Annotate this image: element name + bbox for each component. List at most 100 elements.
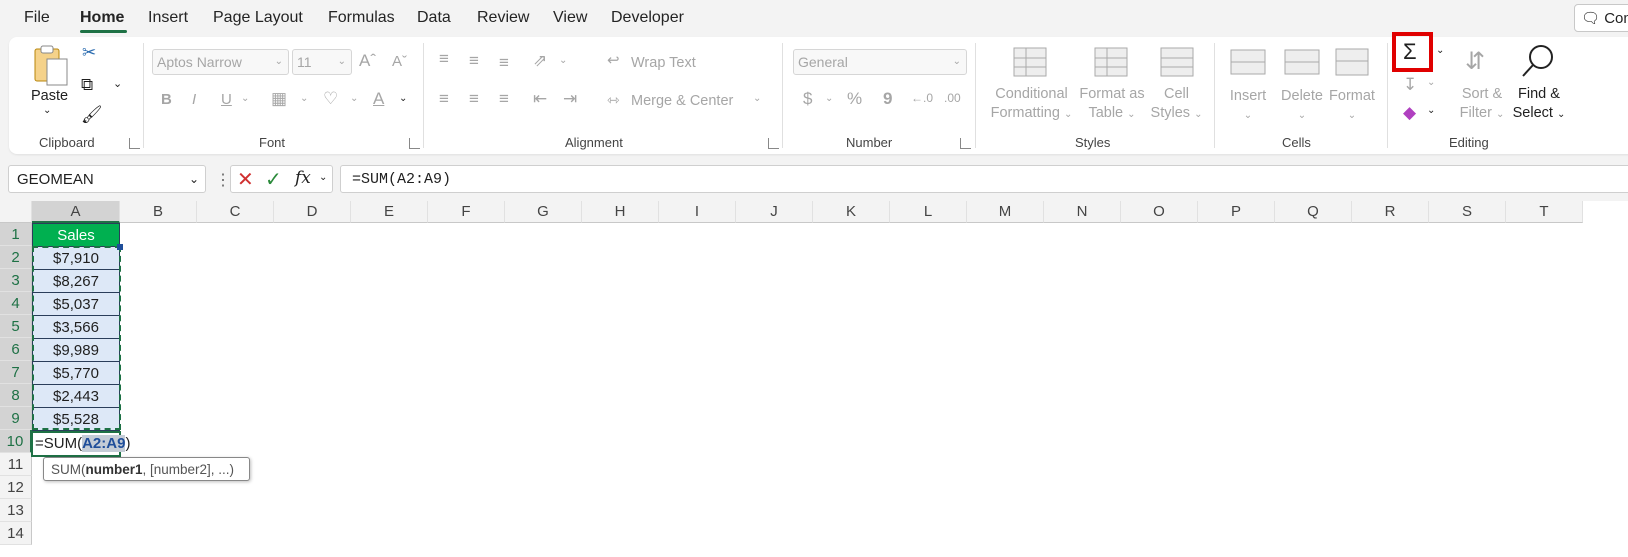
fill-color-icon[interactable]: ♡ <box>323 89 338 109</box>
cell-A2[interactable]: $7,910 <box>32 247 120 270</box>
row-header-11[interactable]: 11 <box>0 453 32 476</box>
column-header-I[interactable]: I <box>659 201 736 223</box>
row-header-8[interactable]: 8 <box>0 384 32 407</box>
font-color-chevron-icon[interactable]: ⌄ <box>399 93 407 104</box>
cell-A3[interactable]: $8,267 <box>32 270 120 293</box>
column-header-R[interactable]: R <box>1352 201 1429 223</box>
clear-eraser-icon[interactable]: ◆ <box>1403 103 1416 123</box>
tab-view[interactable]: View <box>553 9 587 27</box>
column-header-E[interactable]: E <box>351 201 428 223</box>
row-header-9[interactable]: 9 <box>0 407 32 430</box>
percent-button[interactable]: % <box>847 89 862 109</box>
cell-A4[interactable]: $5,037 <box>32 293 120 316</box>
select-all-corner[interactable] <box>0 201 32 223</box>
row-header-6[interactable]: 6 <box>0 338 32 361</box>
column-header-P[interactable]: P <box>1198 201 1275 223</box>
increase-indent-icon[interactable]: ⇥ <box>563 89 577 109</box>
font-name-dropdown[interactable]: Aptos Narrow ⌄ <box>152 49 289 75</box>
borders-icon[interactable]: ▦ <box>271 89 287 109</box>
merge-chevron-icon[interactable]: ⌄ <box>753 93 761 104</box>
number-launcher-icon[interactable] <box>960 138 971 149</box>
underline-chevron-icon[interactable]: ⌄ <box>241 93 249 104</box>
currency-button[interactable]: $ <box>803 89 812 109</box>
tab-file[interactable]: File <box>24 9 50 27</box>
column-header-S[interactable]: S <box>1429 201 1506 223</box>
decrease-indent-icon[interactable]: ⇤ <box>533 89 547 109</box>
number-format-dropdown[interactable]: General ⌄ <box>793 49 967 75</box>
column-header-B[interactable]: B <box>120 201 197 223</box>
orientation-chevron-icon[interactable]: ⌄ <box>559 55 567 66</box>
paste-chevron-icon[interactable]: ⌄ <box>43 105 51 116</box>
paste-label[interactable]: Paste <box>31 87 68 106</box>
bold-button[interactable]: B <box>161 91 172 108</box>
clipboard-launcher-icon[interactable] <box>129 138 140 149</box>
font-color-icon[interactable]: A <box>373 89 384 109</box>
alignment-launcher-icon[interactable] <box>768 138 779 149</box>
fill-down-icon[interactable]: ↧ <box>1403 75 1417 95</box>
align-bottom-icon[interactable]: ≡ <box>499 53 509 73</box>
wrap-text-button[interactable]: Wrap Text <box>631 54 696 73</box>
column-header-T[interactable]: T <box>1506 201 1583 223</box>
enter-check-icon[interactable]: ✓ <box>265 167 282 192</box>
find-select-button[interactable]: Find & Select ⌄ <box>1511 85 1567 124</box>
paste-icon[interactable] <box>31 45 71 87</box>
column-header-O[interactable]: O <box>1121 201 1198 223</box>
column-header-N[interactable]: N <box>1044 201 1121 223</box>
copy-icon[interactable]: ⧉ <box>81 75 93 95</box>
fill-chevron-icon[interactable]: ⌄ <box>350 93 358 104</box>
decrease-font-icon[interactable]: Aˇ <box>392 53 407 70</box>
cell-A7[interactable]: $5,770 <box>32 362 120 385</box>
cell-A10-editing[interactable]: =SUM(A2:A9) <box>31 431 130 457</box>
format-painter-icon[interactable]: 🖌 <box>81 105 103 125</box>
chevron-down-icon[interactable]: ⌄ <box>189 172 199 186</box>
comments-button[interactable]: 🗨 Com <box>1574 4 1628 32</box>
autosum-chevron-icon[interactable]: ⌄ <box>1436 45 1444 56</box>
copy-chevron-icon[interactable]: ⌄ <box>113 77 122 90</box>
sort-filter-button[interactable]: Sort & Filter ⌄ <box>1457 85 1507 124</box>
row-header-3[interactable]: 3 <box>0 269 32 292</box>
align-center-icon[interactable]: ≡ <box>469 89 479 109</box>
column-header-D[interactable]: D <box>274 201 351 223</box>
row-header-14[interactable]: 14 <box>0 522 32 545</box>
row-header-10[interactable]: 10 <box>0 430 32 453</box>
tab-page-layout[interactable]: Page Layout <box>213 9 303 27</box>
more-options-icon[interactable]: ⋮ <box>215 170 231 190</box>
delete-cells-button[interactable]: Delete ⌄ <box>1277 87 1327 125</box>
italic-button[interactable]: I <box>192 91 196 108</box>
currency-chevron-icon[interactable]: ⌄ <box>825 93 833 104</box>
insert-cells-button[interactable]: Insert ⌄ <box>1223 87 1273 125</box>
increase-font-icon[interactable]: Aˆ <box>359 51 376 71</box>
tab-insert[interactable]: Insert <box>148 9 188 27</box>
column-header-L[interactable]: L <box>890 201 967 223</box>
column-header-H[interactable]: H <box>582 201 659 223</box>
align-left-icon[interactable]: ≡ <box>439 89 449 109</box>
column-header-C[interactable]: C <box>197 201 274 223</box>
tab-data[interactable]: Data <box>417 9 451 27</box>
cell-A5[interactable]: $3,566 <box>32 316 120 339</box>
tab-developer[interactable]: Developer <box>611 9 684 27</box>
font-size-dropdown[interactable]: 11 ⌄ <box>292 49 352 75</box>
format-cells-button[interactable]: Format ⌄ <box>1327 87 1377 125</box>
column-header-K[interactable]: K <box>813 201 890 223</box>
cell-styles-button[interactable]: Cell Styles ⌄ <box>1149 85 1204 124</box>
font-launcher-icon[interactable] <box>409 138 420 149</box>
underline-button[interactable]: U <box>221 91 232 108</box>
cancel-icon[interactable]: ✕ <box>237 167 254 192</box>
increase-decimal-icon[interactable]: ←.0 <box>911 91 933 105</box>
row-header-2[interactable]: 2 <box>0 246 32 269</box>
cut-icon[interactable]: ✂ <box>82 43 96 63</box>
column-header-F[interactable]: F <box>428 201 505 223</box>
decrease-decimal-icon[interactable]: .00 <box>944 91 961 105</box>
fill-chevron-icon[interactable]: ⌄ <box>1427 77 1435 88</box>
cell-A8[interactable]: $2,443 <box>32 385 120 408</box>
row-header-13[interactable]: 13 <box>0 499 32 522</box>
comma-button[interactable]: 9 <box>883 89 892 109</box>
cell-A9[interactable]: $5,528 <box>32 408 120 431</box>
row-header-7[interactable]: 7 <box>0 361 32 384</box>
name-box[interactable]: GEOMEAN ⌄ <box>8 165 206 193</box>
format-as-table-button[interactable]: Format as Table ⌄ <box>1077 85 1147 124</box>
column-header-Q[interactable]: Q <box>1275 201 1352 223</box>
column-header-J[interactable]: J <box>736 201 813 223</box>
align-middle-icon[interactable]: ≡ <box>469 51 479 71</box>
align-top-icon[interactable]: ≡ <box>439 49 449 69</box>
